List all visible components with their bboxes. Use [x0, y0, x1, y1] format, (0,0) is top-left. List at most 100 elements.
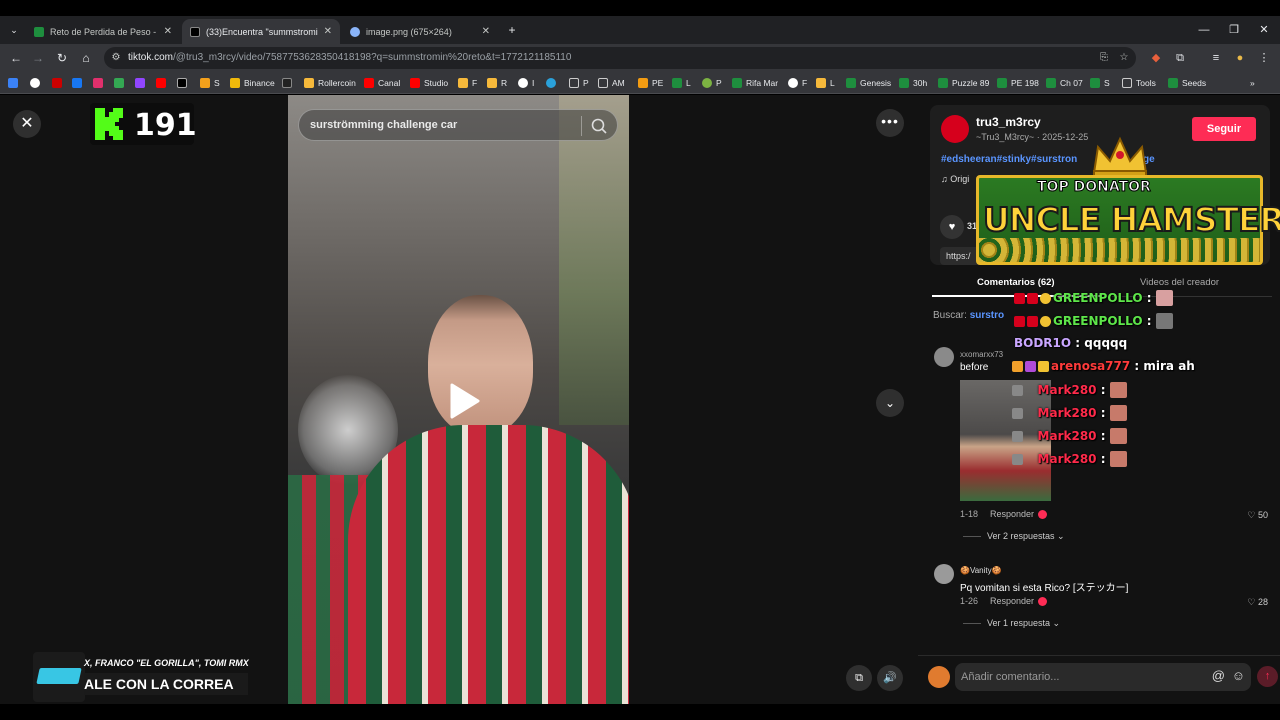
comment-input[interactable]: Añadir comentario... @ ☺: [955, 663, 1251, 691]
bookmark-item[interactable]: S: [1090, 76, 1110, 90]
bookmark-item[interactable]: [135, 76, 149, 90]
tab-tiktok[interactable]: (33)Encuentra "summstromin re ✕: [182, 19, 340, 44]
search-icon[interactable]: [589, 116, 609, 136]
tab-comments[interactable]: Comentarios (62): [977, 277, 1055, 288]
media-control-icon[interactable]: ≡: [1206, 48, 1226, 68]
back-icon[interactable]: ←: [6, 48, 26, 68]
bookmarks-overflow-icon[interactable]: »: [1250, 76, 1255, 90]
send-icon[interactable]: ↑: [1257, 666, 1278, 687]
view-replies-button[interactable]: Ver 2 respuestas ⌄: [963, 531, 1065, 542]
forward-icon[interactable]: →: [28, 48, 48, 68]
kick-logo-icon: [95, 108, 123, 140]
bookmark-star-icon[interactable]: ☆: [1116, 50, 1132, 66]
address-bar[interactable]: ⚙ tiktok.com/@tru3_m3rcy/video/758775362…: [104, 47, 1136, 69]
bookmark-item[interactable]: P: [702, 76, 722, 90]
bookmark-item[interactable]: PE: [638, 76, 663, 90]
minimize-icon[interactable]: —: [1188, 16, 1220, 44]
close-icon[interactable]: ✕: [13, 110, 41, 138]
new-tab-button[interactable]: +: [502, 20, 522, 40]
tiktok-icon: [190, 26, 200, 37]
bookmark-ch07[interactable]: Ch 07: [1046, 76, 1083, 90]
bookmark-pe198[interactable]: PE 198: [997, 76, 1039, 90]
bookmark-30h[interactable]: 30h: [899, 76, 927, 90]
comment-like[interactable]: ♡ 28: [1247, 597, 1268, 608]
bookmark-item[interactable]: L: [816, 76, 835, 90]
restore-icon[interactable]: ❐: [1218, 16, 1250, 44]
bookmark-item[interactable]: L: [672, 76, 691, 90]
bookmark-item[interactable]: S: [200, 76, 220, 90]
mention-icon[interactable]: @: [1212, 668, 1225, 683]
tab-creator-videos[interactable]: Videos del creador: [1140, 277, 1219, 288]
url-text: tiktok.com/@tru3_m3rcy/video/75877536283…: [128, 52, 572, 63]
video-search-bar[interactable]: surströmming challenge car: [298, 109, 618, 141]
close-tab-icon[interactable]: ✕: [324, 26, 332, 37]
video-description[interactable]: #edsheeran#stinky#surstron: [941, 154, 1077, 165]
tab-image[interactable]: image.png (675×264) ✕: [342, 19, 498, 44]
bookmark-item[interactable]: [114, 76, 128, 90]
tab-search-chevron-icon[interactable]: ⌄: [4, 20, 24, 40]
extension-fox-icon[interactable]: ◆: [1146, 48, 1166, 68]
bookmark-item[interactable]: [282, 76, 296, 90]
emoji-icon[interactable]: ☺: [1232, 668, 1245, 683]
extensions-icon[interactable]: ⧉: [1170, 48, 1190, 68]
volume-icon[interactable]: 🔊: [877, 665, 903, 691]
tab-reto[interactable]: Reto de Perdida de Peso - El Me ✕: [26, 19, 180, 44]
bookmark-item[interactable]: [8, 76, 22, 90]
more-options-icon[interactable]: •••: [876, 109, 904, 137]
bookmark-canal[interactable]: Canal: [364, 76, 400, 90]
bookmark-binance[interactable]: Binance: [230, 76, 275, 90]
bookmark-tools-folder[interactable]: Tools: [1122, 76, 1156, 90]
view-replies-button[interactable]: Ver 1 respuesta ⌄: [963, 618, 1060, 629]
chat-message: GREENPOLLO :: [1014, 290, 1173, 306]
reply-button[interactable]: Responder: [990, 596, 1034, 606]
copy-link-field[interactable]: https:/: [940, 247, 980, 265]
tiktok-page: ✕ 191 surströmming challenge car ••• ⌄ X…: [0, 95, 1280, 704]
bookmark-item[interactable]: F: [458, 76, 477, 90]
home-icon[interactable]: ⌂: [76, 48, 96, 68]
bookmark-item[interactable]: [93, 76, 107, 90]
site-info-icon[interactable]: ⚙: [108, 50, 124, 66]
bookmark-item[interactable]: [546, 76, 560, 90]
bookmark-item[interactable]: [156, 76, 170, 90]
install-app-icon[interactable]: ⎘: [1096, 50, 1112, 66]
author-username[interactable]: tru3_m3rcy: [976, 115, 1041, 129]
reply-button[interactable]: Responder: [990, 509, 1034, 519]
bookmark-item[interactable]: [52, 76, 66, 90]
bookmark-item[interactable]: [72, 76, 86, 90]
bookmark-genesis[interactable]: Genesis: [846, 76, 891, 90]
floating-player-icon[interactable]: ⧉: [846, 665, 872, 691]
bookmark-studio[interactable]: Studio: [410, 76, 448, 90]
close-tab-icon[interactable]: ✕: [482, 26, 490, 37]
bookmark-puzzle[interactable]: Puzzle 89: [938, 76, 989, 90]
comment-text: before: [960, 362, 989, 373]
comment-username[interactable]: 🍪Vanity🍪: [960, 566, 1002, 575]
avatar[interactable]: [941, 115, 969, 143]
heart-icon[interactable]: ♥: [940, 215, 964, 239]
reload-icon[interactable]: ↻: [52, 48, 72, 68]
profile-icon[interactable]: ●: [1230, 48, 1250, 68]
comment-username[interactable]: xxomarxx73: [960, 350, 1003, 359]
close-tab-icon[interactable]: ✕: [164, 26, 172, 37]
bookmark-item[interactable]: R: [487, 76, 507, 90]
bookmark-item[interactable]: AM: [598, 76, 625, 90]
bookmark-rifa[interactable]: Rifa Mar: [732, 76, 778, 90]
bookmark-item[interactable]: [30, 76, 44, 90]
avatar[interactable]: [934, 347, 954, 367]
bookmark-seeds[interactable]: Seeds: [1168, 76, 1206, 90]
next-video-chevron-icon[interactable]: ⌄: [876, 389, 904, 417]
comment-like[interactable]: ♡ 50: [1247, 510, 1268, 521]
screen-top-border: [0, 0, 1280, 16]
follow-button[interactable]: Seguir: [1192, 117, 1256, 141]
play-icon[interactable]: [440, 379, 484, 423]
bookmark-rollercoin[interactable]: Rollercoin: [304, 76, 356, 90]
bookmark-item[interactable]: I: [518, 76, 534, 90]
music-label[interactable]: ♫ Origi: [941, 174, 969, 184]
avatar[interactable]: [934, 564, 954, 584]
bookmark-item[interactable]: F: [788, 76, 807, 90]
menu-kebab-icon[interactable]: ⋮: [1254, 48, 1274, 68]
chat-message: Mark280 :: [1012, 382, 1127, 398]
close-window-icon[interactable]: ✕: [1248, 16, 1280, 44]
bookmark-folder[interactable]: P: [569, 76, 589, 90]
comment-search[interactable]: Buscar: surstro: [933, 310, 1004, 321]
bookmark-item[interactable]: [177, 76, 191, 90]
